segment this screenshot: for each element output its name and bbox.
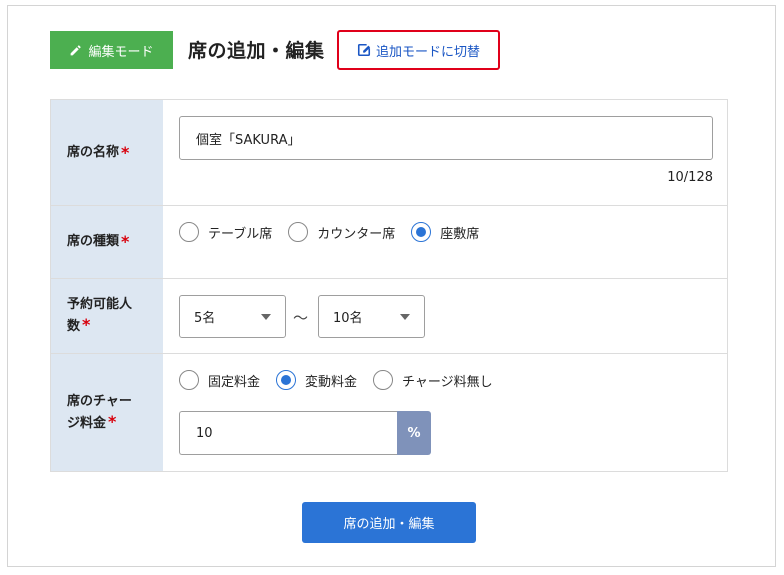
required-mark: *: [108, 411, 117, 431]
radio-circle: [373, 370, 394, 390]
radio-table-seat[interactable]: テーブル席: [179, 222, 272, 242]
form-label-name: 席の名称 *: [51, 100, 163, 205]
required-mark: *: [121, 142, 130, 162]
switch-to-add-mode-button[interactable]: 追加モードに切替: [337, 30, 500, 70]
radio-fixed-charge[interactable]: 固定料金: [179, 370, 260, 390]
seat-form: 席の名称 * 個室「SAKURA」 10/128 席の種類 * テーブル席 カウンタ…: [50, 99, 728, 472]
radio-zashiki-seat[interactable]: 座敷席: [411, 222, 479, 242]
form-field-charge: 固定料金 変動料金 チャージ料無し 10 %: [163, 354, 727, 471]
dropdown-caret-icon: [261, 313, 271, 320]
radio-circle: [179, 222, 199, 242]
radio-variable-charge[interactable]: 変動料金: [276, 370, 357, 390]
submit-button[interactable]: 席の追加・編集: [302, 502, 476, 543]
form-row-charge: 席のチャー ジ料金 * 固定料金 変動料金 チャージ料無し 10 %: [51, 354, 727, 471]
form-label-type: 席の種類 *: [51, 206, 163, 278]
page-title: 席の追加・編集: [188, 40, 325, 62]
capacity-max-select[interactable]: 10名: [318, 295, 425, 338]
form-row-type: 席の種類 * テーブル席 カウンター席 座敷席: [51, 206, 727, 279]
radio-circle: [179, 370, 199, 390]
percent-unit-label: %: [397, 411, 431, 455]
dropdown-caret-icon: [400, 313, 410, 320]
character-counter: 10/128: [667, 170, 713, 185]
form-field-name: 個室「SAKURA」 10/128: [163, 100, 727, 205]
radio-counter-seat[interactable]: カウンター席: [288, 222, 395, 242]
radio-no-charge[interactable]: チャージ料無し: [373, 370, 493, 390]
range-separator: ～: [293, 309, 309, 327]
charge-percent-input[interactable]: 10: [179, 411, 398, 455]
form-label-capacity: 予約可能人数 *: [51, 279, 163, 353]
required-mark: *: [82, 315, 91, 334]
edit-mode-badge: 編集モード: [50, 31, 173, 69]
radio-circle-checked: [411, 222, 432, 242]
required-mark: *: [121, 232, 130, 251]
form-field-capacity: 5名 ～ 10名: [163, 279, 727, 353]
capacity-min-select[interactable]: 5名: [179, 295, 286, 338]
form-row-name: 席の名称 * 個室「SAKURA」 10/128: [51, 100, 727, 206]
form-field-type: テーブル席 カウンター席 座敷席: [163, 206, 727, 278]
edit-mode-label: 編集モード: [88, 44, 154, 60]
seat-name-input[interactable]: 個室「SAKURA」: [179, 116, 713, 160]
seat-type-radio-group: テーブル席 カウンター席 座敷席: [179, 222, 479, 242]
switch-to-add-mode-label: 追加モードに切替: [375, 44, 480, 60]
charge-type-radio-group: 固定料金 変動料金 チャージ料無し: [179, 370, 493, 390]
form-row-capacity: 予約可能人数 * 5名 ～ 10名: [51, 279, 727, 354]
form-label-charge: 席のチャー ジ料金 *: [51, 354, 163, 471]
edit-square-icon: [357, 43, 371, 57]
radio-circle: [288, 222, 309, 242]
pencil-icon: [71, 44, 82, 55]
radio-circle-checked: [276, 370, 297, 390]
